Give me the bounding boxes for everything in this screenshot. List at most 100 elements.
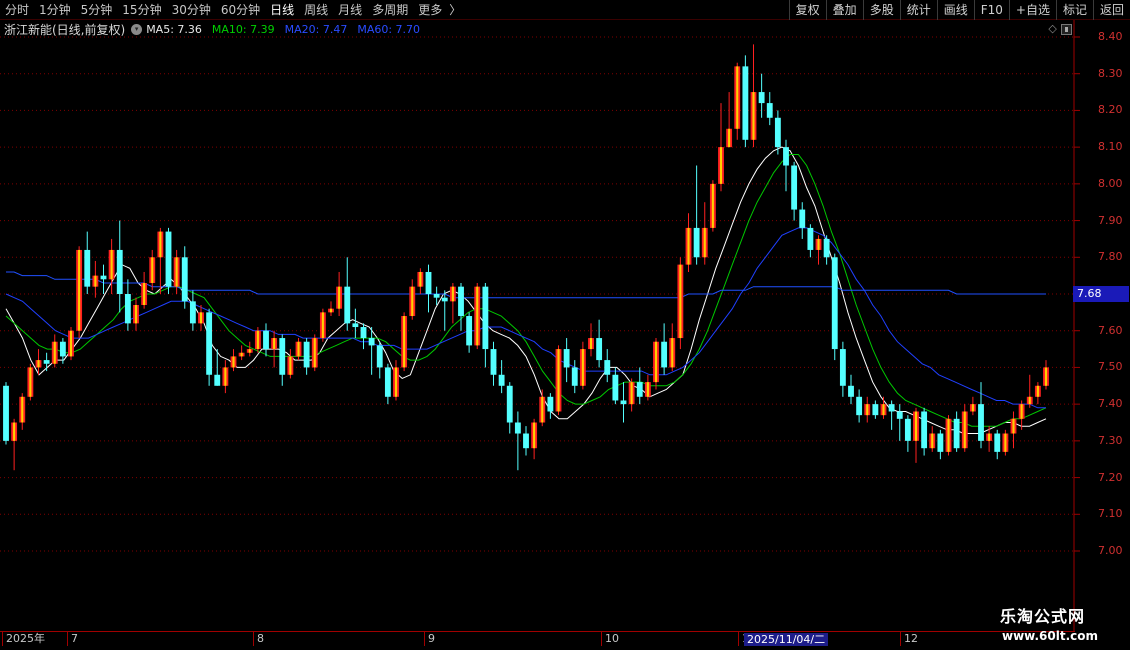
candle-up <box>750 44 757 148</box>
candle-body-highlight <box>256 330 259 350</box>
candle-down <box>839 341 846 397</box>
candle-down <box>612 367 619 405</box>
ma60-value: MA60: 7.70 <box>357 22 421 36</box>
toolbar-button[interactable]: 画线 <box>936 0 974 20</box>
candle-body-highlight <box>541 396 544 423</box>
candle-body-highlight <box>451 286 454 302</box>
candle-up <box>311 334 318 372</box>
price-tick: 7.50 <box>1098 360 1123 374</box>
candle-body-highlight <box>646 382 649 397</box>
candle-body <box>425 271 432 294</box>
candle-down <box>514 411 521 471</box>
candle-body <box>344 286 351 324</box>
watermark-title: 乐淘公式网 <box>1000 607 1086 626</box>
period-tab[interactable]: 日线 <box>265 0 299 20</box>
candle-up <box>254 327 261 353</box>
candle-up <box>157 227 164 294</box>
period-tab[interactable]: 周线 <box>299 0 333 20</box>
scroll-handle[interactable] <box>1061 24 1072 35</box>
candle-body <box>896 411 903 419</box>
candle-down <box>3 382 9 445</box>
candle-body <box>758 92 765 104</box>
toolbar-button[interactable]: 返回 <box>1092 0 1130 20</box>
candle-down <box>848 374 854 405</box>
toolbar-button[interactable]: +自选 <box>1008 0 1056 20</box>
candlestick-chart[interactable] <box>0 0 1130 650</box>
candle-body-highlight <box>94 275 97 287</box>
candle-body-highlight <box>248 349 251 353</box>
toolbar-button[interactable]: 统计 <box>899 0 937 20</box>
candle-body <box>263 330 269 350</box>
period-tab[interactable]: 30分钟 <box>167 0 216 20</box>
candle-body <box>783 147 789 166</box>
candle-body-highlight <box>151 257 154 283</box>
period-tab[interactable]: 5分钟 <box>76 0 118 20</box>
candle-body <box>888 404 895 412</box>
candle-up <box>328 301 334 317</box>
candle-body <box>904 418 911 441</box>
candle-body <box>774 117 781 148</box>
period-tab[interactable]: 60分钟 <box>216 0 265 20</box>
candle-up <box>669 323 676 372</box>
period-tab[interactable]: 1分钟 <box>34 0 76 20</box>
candle-body-highlight <box>338 286 341 309</box>
toolbar-button[interactable]: F10 <box>973 0 1009 20</box>
period-tab[interactable]: 更多 <box>413 0 447 20</box>
date-axis: 2025年 7 8 9 10 1 12 2025/11/04/二 <box>0 631 1075 650</box>
more-arrow-icon[interactable]: 〉 <box>447 0 463 20</box>
candle-body-highlight <box>882 404 885 416</box>
candle-down <box>693 165 700 265</box>
candle-up <box>271 330 278 368</box>
candle-body-highlight <box>1020 404 1023 419</box>
candle-body-highlight <box>914 411 918 441</box>
candle-body-highlight <box>866 404 869 416</box>
dropdown-circle-icon[interactable]: ▾ <box>131 23 143 35</box>
stock-name[interactable]: 浙江新能(日线,前复权) <box>0 21 125 38</box>
cursor-price-label: 7.68 <box>1073 286 1129 302</box>
candle-body-highlight <box>289 356 292 375</box>
candle-body-highlight <box>78 249 81 331</box>
candle-body <box>124 294 131 324</box>
toolbar-button[interactable]: 标记 <box>1055 0 1093 20</box>
period-tab[interactable]: 15分钟 <box>117 0 166 20</box>
candle-body <box>514 422 521 434</box>
candle-up <box>230 349 237 372</box>
period-tab[interactable]: 多周期 <box>367 0 413 20</box>
candle-body <box>612 374 619 401</box>
candle-down <box>263 323 269 357</box>
candle-down <box>823 235 830 265</box>
toolbar-button[interactable]: 复权 <box>788 0 826 20</box>
candle-body-highlight <box>53 341 56 364</box>
candle-body-highlight <box>1036 385 1039 397</box>
candle-up <box>1026 374 1033 408</box>
candle-down <box>165 227 172 294</box>
candle-body <box>604 360 611 375</box>
candle-body-highlight <box>13 422 16 441</box>
diamond-icon[interactable]: ◇ <box>1048 22 1056 35</box>
period-tab[interactable]: 月线 <box>333 0 367 20</box>
candle-down <box>368 327 375 375</box>
candle-down <box>384 363 391 405</box>
candle-body-highlight <box>143 282 146 306</box>
candle-down <box>978 382 984 449</box>
candle-body <box>360 327 367 339</box>
candle-body <box>839 349 846 386</box>
candle-body-highlight <box>419 271 422 287</box>
candle-down <box>206 308 213 386</box>
candle-body-highlight <box>671 338 674 368</box>
candle-body <box>620 400 627 405</box>
candle-body-highlight <box>273 338 276 350</box>
candle-down <box>604 349 611 383</box>
ma10-value: MA10: 7.39 <box>211 22 275 36</box>
candle-up <box>685 213 692 272</box>
date-tick: 2025年 <box>2 632 45 646</box>
candle-body <box>84 249 91 287</box>
candle-down <box>571 360 578 394</box>
toolbar-button[interactable]: 叠加 <box>825 0 863 20</box>
toolbar-button[interactable]: 多股 <box>862 0 900 20</box>
period-tab[interactable]: 分时 <box>0 0 34 20</box>
candle-body <box>368 338 375 346</box>
candle-down <box>791 161 798 221</box>
candle-body <box>823 238 830 258</box>
period-tabs: 分时 1分钟 5分钟 15分钟 30分钟 60分钟 日线 周线 月线 多周期 更多〉 <box>0 0 463 20</box>
